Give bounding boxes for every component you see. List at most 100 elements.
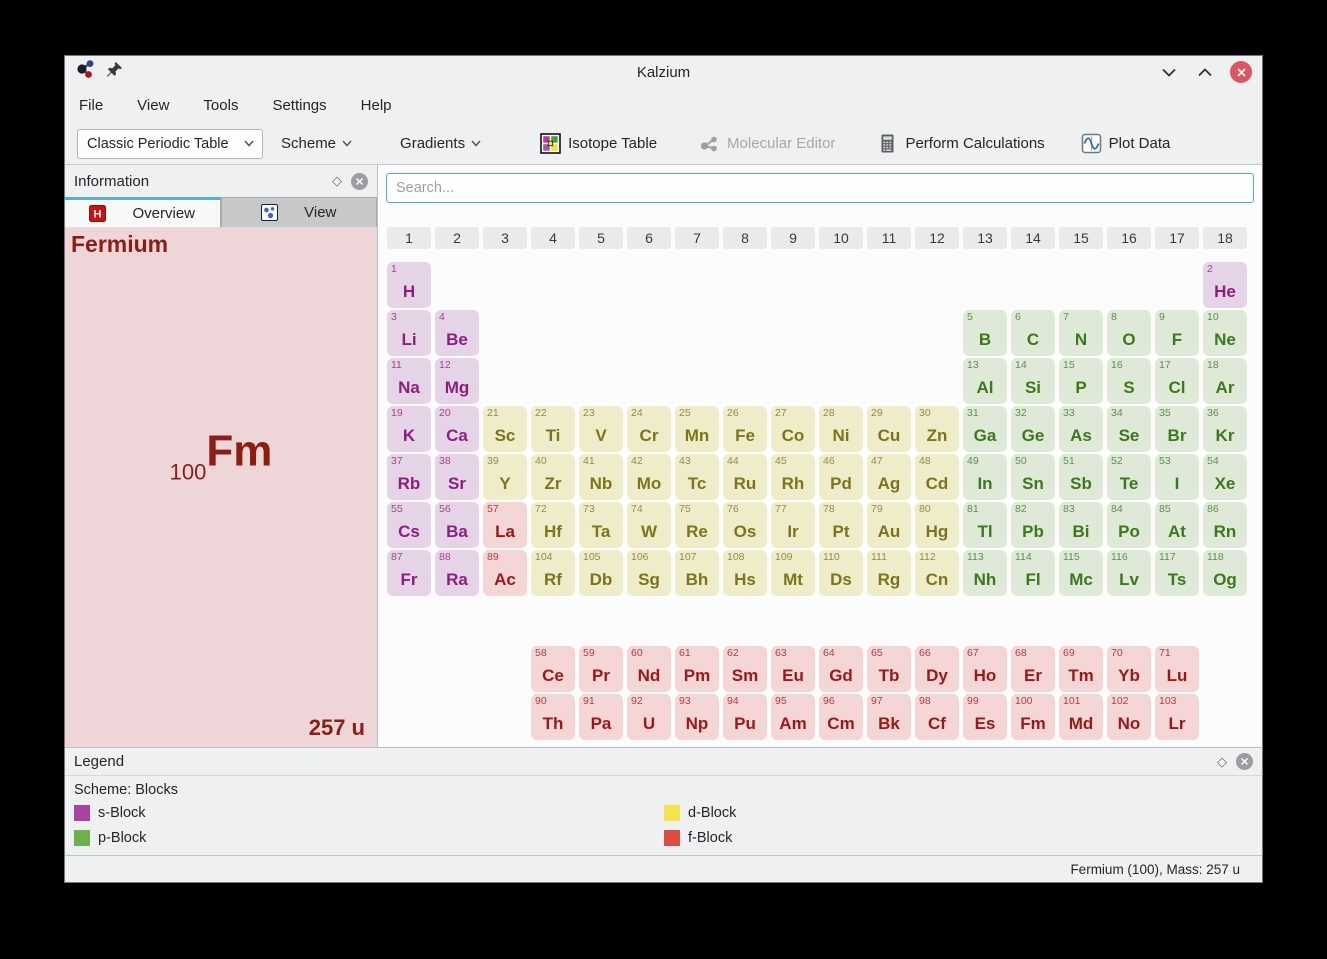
menu-tools[interactable]: Tools: [203, 97, 238, 114]
element-cell-Rf[interactable]: 104Rf: [531, 550, 575, 596]
element-cell-Tl[interactable]: 81Tl: [963, 502, 1007, 548]
element-cell-Sr[interactable]: 38Sr: [435, 454, 479, 500]
element-cell-Th[interactable]: 90Th: [531, 694, 575, 740]
element-cell-Rn[interactable]: 86Rn: [1203, 502, 1247, 548]
tab-overview[interactable]: H Overview: [65, 197, 221, 227]
element-cell-Ga[interactable]: 31Ga: [963, 406, 1007, 452]
element-cell-Nd[interactable]: 60Nd: [627, 646, 671, 692]
element-cell-Br[interactable]: 35Br: [1155, 406, 1199, 452]
element-cell-Li[interactable]: 3Li: [387, 310, 431, 356]
element-cell-F[interactable]: 9F: [1155, 310, 1199, 356]
element-cell-Ce[interactable]: 58Ce: [531, 646, 575, 692]
element-cell-Cd[interactable]: 48Cd: [915, 454, 959, 500]
element-cell-Pt[interactable]: 78Pt: [819, 502, 863, 548]
element-cell-Xe[interactable]: 54Xe: [1203, 454, 1247, 500]
element-cell-Sm[interactable]: 62Sm: [723, 646, 767, 692]
element-cell-Zn[interactable]: 30Zn: [915, 406, 959, 452]
element-cell-Al[interactable]: 13Al: [963, 358, 1007, 404]
element-cell-Ds[interactable]: 110Ds: [819, 550, 863, 596]
element-cell-Cu[interactable]: 29Cu: [867, 406, 911, 452]
element-cell-O[interactable]: 8O: [1107, 310, 1151, 356]
element-cell-Sb[interactable]: 51Sb: [1059, 454, 1103, 500]
element-cell-Eu[interactable]: 63Eu: [771, 646, 815, 692]
close-button[interactable]: [1230, 61, 1252, 83]
element-cell-Er[interactable]: 68Er: [1011, 646, 1055, 692]
element-cell-Hg[interactable]: 80Hg: [915, 502, 959, 548]
element-cell-Si[interactable]: 14Si: [1011, 358, 1055, 404]
float-panel-icon[interactable]: ◇: [332, 173, 342, 189]
element-cell-S[interactable]: 16S: [1107, 358, 1151, 404]
element-cell-Cm[interactable]: 96Cm: [819, 694, 863, 740]
element-cell-Ho[interactable]: 67Ho: [963, 646, 1007, 692]
element-cell-Bk[interactable]: 97Bk: [867, 694, 911, 740]
element-cell-Ti[interactable]: 22Ti: [531, 406, 575, 452]
element-cell-Pm[interactable]: 61Pm: [675, 646, 719, 692]
element-cell-Pr[interactable]: 59Pr: [579, 646, 623, 692]
element-cell-Mo[interactable]: 42Mo: [627, 454, 671, 500]
element-cell-Ba[interactable]: 56Ba: [435, 502, 479, 548]
element-cell-Pa[interactable]: 91Pa: [579, 694, 623, 740]
element-cell-Ra[interactable]: 88Ra: [435, 550, 479, 596]
element-cell-Au[interactable]: 79Au: [867, 502, 911, 548]
element-cell-Pd[interactable]: 46Pd: [819, 454, 863, 500]
legend-close-icon[interactable]: [1236, 753, 1253, 770]
gradients-dropdown[interactable]: Gradients: [392, 129, 489, 159]
element-cell-Rb[interactable]: 37Rb: [387, 454, 431, 500]
element-cell-Hf[interactable]: 72Hf: [531, 502, 575, 548]
element-cell-In[interactable]: 49In: [963, 454, 1007, 500]
element-cell-Cf[interactable]: 98Cf: [915, 694, 959, 740]
table-type-select[interactable]: Classic Periodic Table: [77, 129, 263, 159]
element-cell-Ac[interactable]: 89Ac: [483, 550, 527, 596]
element-cell-Yb[interactable]: 70Yb: [1107, 646, 1151, 692]
element-cell-C[interactable]: 6C: [1011, 310, 1055, 356]
element-cell-Bi[interactable]: 83Bi: [1059, 502, 1103, 548]
title-bar[interactable]: Kalzium: [65, 56, 1262, 88]
element-cell-Fl[interactable]: 114Fl: [1011, 550, 1055, 596]
element-cell-B[interactable]: 5B: [963, 310, 1007, 356]
element-cell-Fr[interactable]: 87Fr: [387, 550, 431, 596]
element-cell-No[interactable]: 102No: [1107, 694, 1151, 740]
legend-float-icon[interactable]: ◇: [1217, 754, 1227, 770]
panel-close-icon[interactable]: [351, 173, 368, 190]
element-cell-K[interactable]: 19K: [387, 406, 431, 452]
element-cell-Po[interactable]: 84Po: [1107, 502, 1151, 548]
element-cell-N[interactable]: 7N: [1059, 310, 1103, 356]
element-cell-Am[interactable]: 95Am: [771, 694, 815, 740]
element-cell-Es[interactable]: 99Es: [963, 694, 1007, 740]
element-cell-Og[interactable]: 118Og: [1203, 550, 1247, 596]
element-cell-Mg[interactable]: 12Mg: [435, 358, 479, 404]
element-cell-Re[interactable]: 75Re: [675, 502, 719, 548]
element-cell-Mc[interactable]: 115Mc: [1059, 550, 1103, 596]
element-cell-Mt[interactable]: 109Mt: [771, 550, 815, 596]
element-cell-Tm[interactable]: 69Tm: [1059, 646, 1103, 692]
element-cell-Lr[interactable]: 103Lr: [1155, 694, 1199, 740]
element-cell-P[interactable]: 15P: [1059, 358, 1103, 404]
element-cell-Mn[interactable]: 25Mn: [675, 406, 719, 452]
element-cell-Lv[interactable]: 116Lv: [1107, 550, 1151, 596]
element-cell-Tb[interactable]: 65Tb: [867, 646, 911, 692]
element-cell-Nh[interactable]: 113Nh: [963, 550, 1007, 596]
element-cell-Os[interactable]: 76Os: [723, 502, 767, 548]
element-cell-Ar[interactable]: 18Ar: [1203, 358, 1247, 404]
element-cell-Sn[interactable]: 50Sn: [1011, 454, 1055, 500]
element-cell-Ge[interactable]: 32Ge: [1011, 406, 1055, 452]
menu-file[interactable]: File: [79, 97, 103, 114]
menu-help[interactable]: Help: [361, 97, 392, 114]
element-cell-Kr[interactable]: 36Kr: [1203, 406, 1247, 452]
element-cell-Se[interactable]: 34Se: [1107, 406, 1151, 452]
pin-icon[interactable]: [106, 61, 123, 83]
element-cell-Ag[interactable]: 47Ag: [867, 454, 911, 500]
element-cell-Cr[interactable]: 24Cr: [627, 406, 671, 452]
element-cell-Tc[interactable]: 43Tc: [675, 454, 719, 500]
element-cell-Cs[interactable]: 55Cs: [387, 502, 431, 548]
element-cell-Ru[interactable]: 44Ru: [723, 454, 767, 500]
element-cell-H[interactable]: 1H: [387, 262, 431, 308]
element-cell-Zr[interactable]: 40Zr: [531, 454, 575, 500]
element-cell-Bh[interactable]: 107Bh: [675, 550, 719, 596]
element-cell-Fe[interactable]: 26Fe: [723, 406, 767, 452]
scheme-dropdown[interactable]: Scheme: [273, 129, 360, 159]
element-cell-Cn[interactable]: 112Cn: [915, 550, 959, 596]
element-cell-Fm[interactable]: 100Fm: [1011, 694, 1055, 740]
element-cell-Ni[interactable]: 28Ni: [819, 406, 863, 452]
perform-calculations-button[interactable]: Perform Calculations: [868, 129, 1053, 159]
